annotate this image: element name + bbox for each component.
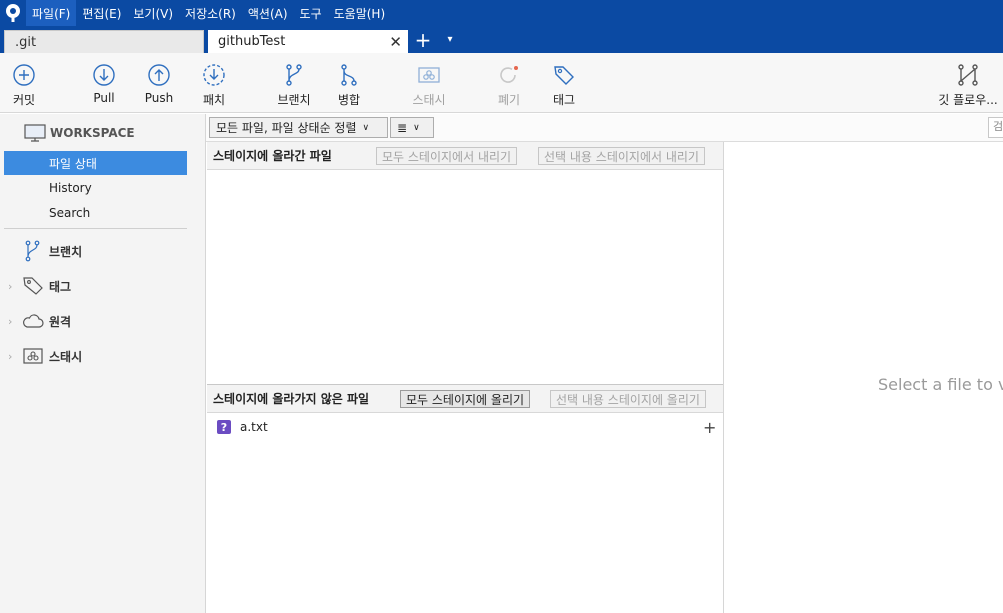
commit-label: 커밋 (12, 93, 36, 107)
tag-icon (554, 66, 574, 85)
add-tab-icon[interactable]: + (412, 30, 434, 52)
list-item[interactable]: ? a.txt + (207, 416, 723, 438)
tab-label: .git (15, 34, 37, 50)
merge-button[interactable]: 병합 (319, 63, 379, 108)
workspace-header: WORKSPACE (24, 124, 135, 142)
fetch-icon (203, 64, 225, 86)
discard-button[interactable]: 폐기 (479, 63, 539, 108)
sidebar-group-tags[interactable]: › 태그 (8, 275, 71, 297)
pull-label: Pull (93, 91, 115, 105)
staged-files-header: 스테이지에 올라간 파일 모두 스테이지에서 내리기 선택 내용 스테이지에서 … (207, 142, 723, 170)
monitor-icon (24, 124, 46, 142)
file-name: a.txt (240, 420, 268, 434)
stash-icon (23, 348, 43, 364)
stage-selected-button[interactable]: 선택 내용 스테이지에 올리기 (550, 390, 706, 408)
discard-icon (500, 66, 518, 83)
sidebar-item-file-status[interactable]: 파일 상태 (4, 151, 187, 175)
list-view-icon: ≣ (397, 120, 408, 135)
pull-button[interactable]: Pull (74, 63, 134, 105)
sort-dropdown[interactable]: 모든 파일, 파일 상태순 정렬 ∨ (209, 117, 388, 138)
git-flow-button[interactable]: 깃 플로우... (938, 63, 998, 108)
sidebar-group-label: 원격 (49, 314, 72, 329)
unstaged-files-title: 스테이지에 올라가지 않은 파일 (213, 392, 370, 406)
menu-view[interactable]: 보기(V) (127, 0, 179, 26)
tab-bar: .git githubTest ✕ + ▾ (0, 26, 1003, 53)
sidebar-divider (4, 228, 187, 229)
tab-githubtest[interactable]: githubTest ✕ (208, 30, 408, 53)
git-flow-icon (958, 64, 978, 86)
stash-button[interactable]: 스태시 (399, 63, 459, 108)
chevron-right-icon: › (8, 349, 13, 363)
search-input[interactable]: 검 (988, 117, 1003, 138)
sourcetree-logo-icon[interactable] (0, 0, 26, 26)
menu-tools[interactable]: 도구 (294, 0, 328, 26)
cloud-icon (23, 314, 44, 328)
preview-placeholder: Select a file to vi (878, 375, 1003, 394)
unstage-all-button[interactable]: 모두 스테이지에서 내리기 (376, 147, 518, 165)
sidebar-group-stashes[interactable]: › 스태시 (8, 345, 82, 367)
view-mode-dropdown[interactable]: ≣ ∨ (390, 117, 434, 138)
chevron-down-icon: ∨ (362, 122, 370, 133)
push-label: Push (144, 91, 174, 105)
merge-label: 병합 (337, 93, 361, 107)
branch-icon (286, 64, 302, 86)
chevron-down-icon: ∨ (413, 122, 420, 133)
sidebar: WORKSPACE 파일 상태 History Search 브랜치 › 태그 … (0, 114, 206, 613)
tag-icon (23, 277, 43, 295)
sidebar-item-search[interactable]: Search (4, 201, 187, 225)
tag-button[interactable]: 태그 (534, 63, 594, 108)
tag-label: 태그 (552, 93, 576, 107)
chevron-right-icon: › (8, 279, 13, 293)
branch-button[interactable]: 브랜치 (264, 63, 324, 108)
untracked-status-icon: ? (217, 420, 231, 434)
pane-divider[interactable] (723, 142, 724, 613)
commit-icon (13, 64, 35, 86)
unstaged-files-header: 스테이지에 올라가지 않은 파일 모두 스테이지에 올리기 선택 내용 스테이지… (207, 385, 723, 413)
staged-files-list[interactable] (207, 171, 723, 383)
menu-bar: 파일(F) 편집(E) 보기(V) 저장소(R) 액션(A) 도구 도움말(H) (0, 0, 1003, 26)
menu-edit[interactable]: 편집(E) (76, 0, 127, 26)
commit-button[interactable]: 커밋 (0, 63, 54, 108)
branch-icon (25, 240, 40, 262)
branch-label: 브랜치 (277, 93, 311, 107)
stage-all-button[interactable]: 모두 스테이지에 올리기 (400, 390, 531, 408)
discard-label: 폐기 (497, 93, 521, 107)
push-button[interactable]: Push (129, 63, 189, 105)
staged-files-title: 스테이지에 올라간 파일 (213, 149, 332, 163)
pull-icon (93, 64, 115, 86)
push-icon (148, 64, 170, 86)
menu-actions[interactable]: 액션(A) (242, 0, 294, 26)
stash-icon (418, 67, 440, 83)
tab-git[interactable]: .git (4, 30, 204, 53)
toolbar: 커밋 Pull Push 패치 브랜치 병합 스태시 폐기 태그 깃 플로우..… (0, 53, 1003, 113)
unstage-selected-button[interactable]: 선택 내용 스테이지에서 내리기 (538, 147, 705, 165)
fetch-button[interactable]: 패치 (184, 63, 244, 108)
fetch-label: 패치 (202, 93, 226, 107)
sidebar-group-branches[interactable]: 브랜치 (8, 240, 82, 262)
sidebar-group-label: 스태시 (49, 349, 83, 364)
unstaged-files-list[interactable] (207, 414, 723, 613)
git-flow-label: 깃 플로우... (938, 93, 998, 107)
sidebar-group-label: 브랜치 (49, 244, 83, 259)
workspace-label: WORKSPACE (50, 126, 135, 140)
menu-help[interactable]: 도움말(H) (328, 0, 392, 26)
chevron-down-icon[interactable]: ▾ (443, 34, 457, 48)
menu-file[interactable]: 파일(F) (26, 0, 77, 26)
tab-label: githubTest (218, 34, 286, 49)
chevron-right-icon: › (8, 314, 13, 328)
sort-dropdown-label: 모든 파일, 파일 상태순 정렬 (216, 121, 357, 135)
stash-label: 스태시 (412, 93, 446, 107)
merge-icon (341, 64, 357, 86)
filter-bar: 모든 파일, 파일 상태순 정렬 ∨ ≣ ∨ 검 (206, 114, 1003, 142)
close-icon[interactable]: ✕ (389, 33, 402, 51)
sidebar-item-history[interactable]: History (4, 176, 187, 200)
sidebar-group-label: 태그 (49, 279, 72, 294)
menu-repository[interactable]: 저장소(R) (179, 0, 242, 26)
stage-file-plus-icon[interactable]: + (703, 418, 716, 437)
sidebar-group-remotes[interactable]: › 원격 (8, 310, 71, 332)
